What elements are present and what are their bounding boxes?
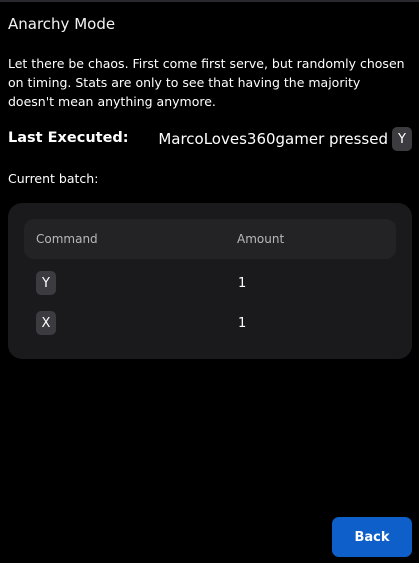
command-amount: 1 (238, 316, 247, 331)
back-button[interactable]: Back (332, 517, 412, 557)
anarchy-mode-screen: Anarchy Mode Let there be chaos. First c… (0, 0, 419, 563)
table-header: Command Amount (24, 219, 396, 259)
last-executed-value: MarcoLoves360gamer pressed Y (158, 127, 412, 151)
current-batch-label: Current batch: (8, 171, 99, 186)
last-executed-label: Last Executed: (8, 130, 129, 146)
column-header-amount: Amount (237, 232, 285, 246)
current-batch-panel: Command Amount Y 1 X 1 (8, 203, 412, 359)
last-executed-key-badge: Y (392, 127, 412, 151)
table-row: Y 1 (24, 271, 396, 297)
mode-description: Let there be chaos. First come first ser… (8, 56, 405, 109)
column-header-command: Command (36, 232, 98, 246)
page-title: Anarchy Mode (8, 15, 116, 33)
command-amount: 1 (238, 276, 247, 291)
command-key-badge: Y (36, 271, 56, 295)
last-executed-text: MarcoLoves360gamer pressed (158, 130, 388, 148)
table-row: X 1 (24, 311, 396, 337)
command-key-badge: X (36, 311, 56, 335)
